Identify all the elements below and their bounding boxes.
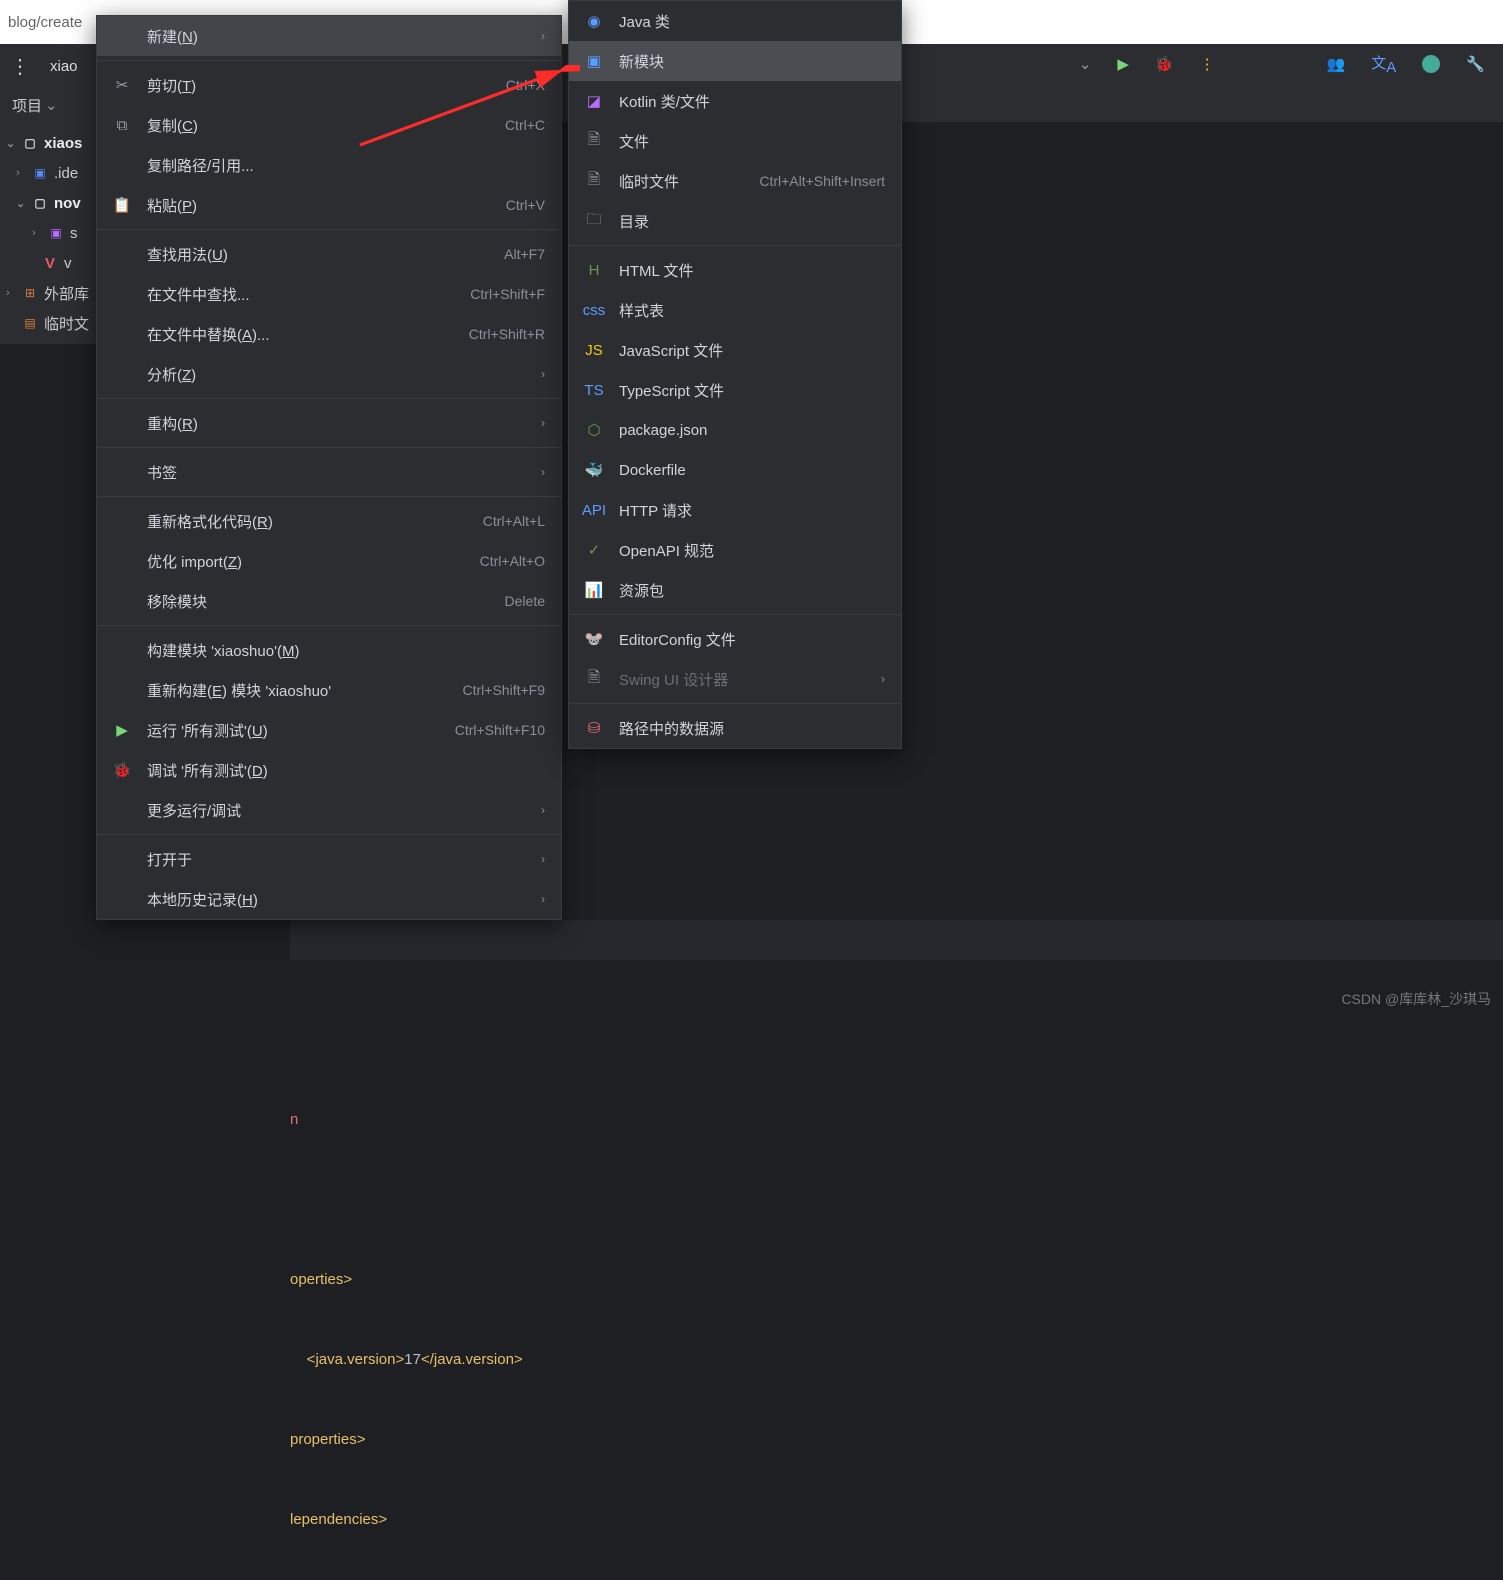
language-icon[interactable]: 文A (1371, 52, 1396, 76)
menu-analyze[interactable]: 分析(Z)› (97, 354, 561, 394)
menu-rebuild-module[interactable]: 重新构建(E) 模块 'xiaoshuo'Ctrl+Shift+F9 (97, 670, 561, 710)
submenu-scratch[interactable]: 🗎临时文件Ctrl+Alt+Shift+Insert (569, 161, 901, 201)
submenu-package-json[interactable]: ⬡package.json (569, 410, 901, 450)
submenu-stylesheet[interactable]: css样式表 (569, 290, 901, 330)
project-tree: ⌄▢xiaos ›▣.ide ⌄▢nov ›▣s Vv ›⊞外部库 ▤临时文 (0, 122, 96, 344)
submenu-html[interactable]: HHTML 文件 (569, 250, 901, 290)
menu-open-in[interactable]: 打开于› (97, 839, 561, 879)
menu-copy[interactable]: ⧉复制(C)Ctrl+C (97, 105, 561, 145)
url-text: blog/create (8, 14, 82, 31)
submenu-java-class[interactable]: ◉Java 类 (569, 1, 901, 41)
context-menu: 新建(N)› ✂剪切(T)Ctrl+X ⧉复制(C)Ctrl+C 复制路径/引用… (96, 15, 562, 920)
menu-refactor[interactable]: 重构(R)› (97, 403, 561, 443)
run-icon[interactable]: ▶ (1117, 55, 1129, 73)
menu-optimize-imports[interactable]: 优化 import(Z)Ctrl+Alt+O (97, 541, 561, 581)
submenu-javascript[interactable]: JSJavaScript 文件 (569, 330, 901, 370)
tree-scratches[interactable]: ▤临时文 (0, 308, 96, 338)
submenu-typescript[interactable]: TSTypeScript 文件 (569, 370, 901, 410)
tree-idea[interactable]: ›▣.ide (0, 158, 96, 188)
menu-more-run[interactable]: 更多运行/调试› (97, 790, 561, 830)
menu-new[interactable]: 新建(N)› (97, 16, 561, 56)
toolbar-right: ⌄ ▶ 🐞 ⋮ 👥 文A 🔧 (1076, 52, 1485, 76)
tree-v[interactable]: Vv (0, 248, 96, 278)
menu-paste[interactable]: 📋粘贴(P)Ctrl+V (97, 185, 561, 225)
tree-root[interactable]: ⌄▢xiaos (0, 128, 96, 158)
code-with-me-icon[interactable]: 👥 (1327, 55, 1346, 73)
menu-run[interactable]: ▶运行 '所有测试'(U)Ctrl+Shift+F10 (97, 710, 561, 750)
menu-local-history[interactable]: 本地历史记录(H)› (97, 879, 561, 919)
submenu-editorconfig[interactable]: 🐭EditorConfig 文件 (569, 619, 901, 659)
debug-icon[interactable]: 🐞 (1155, 55, 1174, 73)
menu-find-in-files[interactable]: 在文件中查找...Ctrl+Shift+F (97, 274, 561, 314)
tree-s[interactable]: ›▣s (0, 218, 96, 248)
submenu-openapi[interactable]: ✓OpenAPI 规范 (569, 530, 901, 570)
new-submenu: ◉Java 类 ▣新模块 ◪Kotlin 类/文件 🗎文件 🗎临时文件Ctrl+… (568, 0, 902, 749)
submenu-swing[interactable]: 🗎Swing UI 设计器› (569, 659, 901, 699)
menu-remove-module[interactable]: 移除模块Delete (97, 581, 561, 621)
menu-copy-path[interactable]: 复制路径/引用... (97, 145, 561, 185)
submenu-dockerfile[interactable]: 🐳Dockerfile (569, 450, 901, 490)
watermark: CSDN @库库林_沙琪马 (1341, 989, 1491, 1009)
settings-icon[interactable]: 🔧 (1466, 55, 1485, 73)
menu-dots-icon[interactable]: ⋮ (10, 54, 32, 79)
menu-replace-in-files[interactable]: 在文件中替换(A)...Ctrl+Shift+R (97, 314, 561, 354)
avatar[interactable] (1422, 55, 1440, 73)
submenu-new-module[interactable]: ▣新模块 (569, 41, 901, 81)
submenu-kotlin[interactable]: ◪Kotlin 类/文件 (569, 81, 901, 121)
menu-find-usages[interactable]: 查找用法(U)Alt+F7 (97, 234, 561, 274)
tree-ext-libs[interactable]: ›⊞外部库 (0, 278, 96, 308)
menu-cut[interactable]: ✂剪切(T)Ctrl+X (97, 65, 561, 105)
submenu-resource-bundle[interactable]: 📊资源包 (569, 570, 901, 610)
more-icon[interactable]: ⋮ (1200, 55, 1215, 73)
chevron-down-icon[interactable]: ⌄ (1079, 55, 1092, 73)
menu-build-module[interactable]: 构建模块 'xiaoshuo'(M) (97, 630, 561, 670)
project-name[interactable]: xiao (50, 56, 78, 76)
submenu-directory[interactable]: 🗀目录 (569, 201, 901, 241)
menu-reformat[interactable]: 重新格式化代码(R)Ctrl+Alt+L (97, 501, 561, 541)
tree-nov[interactable]: ⌄▢nov (0, 188, 96, 218)
submenu-http[interactable]: APIHTTP 请求 (569, 490, 901, 530)
menu-bookmarks[interactable]: 书签› (97, 452, 561, 492)
menu-debug[interactable]: 🐞调试 '所有测试'(D) (97, 750, 561, 790)
submenu-datasource[interactable]: ⛁路径中的数据源 (569, 708, 901, 748)
submenu-file[interactable]: 🗎文件 (569, 121, 901, 161)
